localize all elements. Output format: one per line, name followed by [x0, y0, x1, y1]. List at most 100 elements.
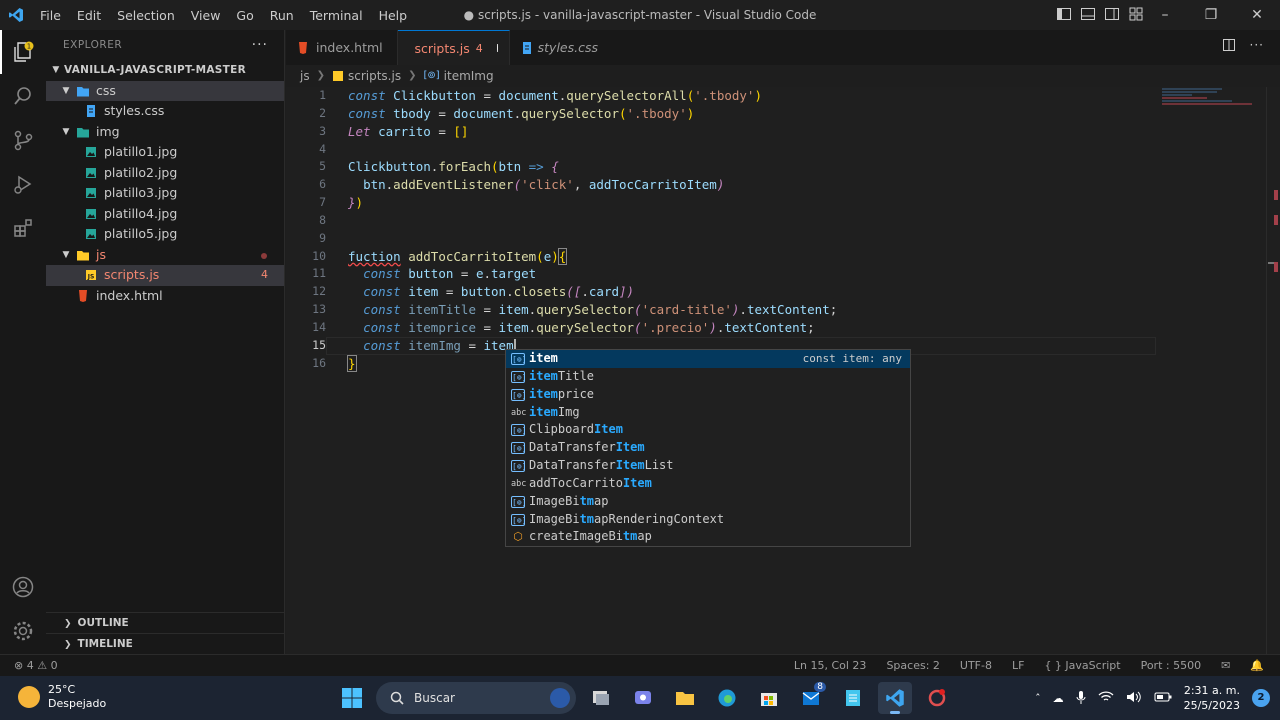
vscode-taskbar-icon[interactable]	[878, 682, 912, 714]
tree-item-platillo1[interactable]: platillo1.jpg	[46, 142, 284, 163]
tree-item-img-folder[interactable]: ▼ img	[46, 122, 284, 143]
tree-item-index-html[interactable]: index.html	[46, 286, 284, 307]
code-line[interactable]: const Clickbutton = document.querySelect…	[348, 87, 1248, 105]
tab-styles-css[interactable]: styles.css	[510, 30, 610, 65]
code-line[interactable]: const tbody = document.querySelector('.t…	[348, 105, 1248, 123]
suggestion-item[interactable]: [⊚] item const item: any	[506, 350, 910, 368]
menu-view[interactable]: View	[183, 8, 229, 23]
tree-item-css-folder[interactable]: ▼ css	[46, 80, 284, 101]
code-line[interactable]	[348, 212, 1248, 230]
more-actions-icon[interactable]: ···	[1250, 38, 1264, 55]
code-line[interactable]: fuction addTocCarritoItem(e){	[348, 247, 1248, 266]
code-line[interactable]: Let carrito = []	[348, 123, 1248, 141]
notifications-bell-icon[interactable]: 🔔	[1250, 659, 1264, 672]
task-view-icon[interactable]	[584, 682, 618, 714]
menu-selection[interactable]: Selection	[109, 8, 183, 23]
teams-chat-icon[interactable]	[626, 682, 660, 714]
tab-index-html[interactable]: index.html	[286, 30, 398, 65]
source-control-icon[interactable]	[0, 118, 46, 162]
edge-browser-icon[interactable]	[710, 682, 744, 714]
menu-file[interactable]: File	[32, 8, 69, 23]
suggestion-item[interactable]: [⊚] DataTransferItemList	[506, 457, 910, 475]
code-line[interactable]: Clickbutton.forEach(btn => {	[348, 158, 1248, 176]
breadcrumb-folder[interactable]: js	[300, 65, 310, 87]
suggestion-item[interactable]: [⊚] itemprice	[506, 386, 910, 404]
toggle-secondary-sidebar-icon[interactable]	[1104, 6, 1120, 22]
code-line[interactable]: const button = e.target	[348, 265, 1248, 283]
menu-edit[interactable]: Edit	[69, 8, 109, 23]
outlook-icon[interactable]: 8	[794, 682, 828, 714]
overview-ruler[interactable]	[1266, 87, 1280, 654]
notification-center-badge[interactable]: 2	[1252, 689, 1270, 707]
microsoft-store-icon[interactable]	[752, 682, 786, 714]
settings-gear-icon[interactable]	[0, 609, 46, 653]
minimap[interactable]	[1162, 87, 1266, 127]
cursor-position[interactable]: Ln 15, Col 23	[794, 659, 867, 672]
end-of-line[interactable]: LF	[1012, 659, 1024, 672]
live-server-port[interactable]: Port : 5500	[1141, 659, 1202, 672]
split-editor-icon[interactable]	[1222, 38, 1236, 55]
chevron-up-icon[interactable]: ˆ	[1035, 692, 1041, 705]
menu-terminal[interactable]: Terminal	[302, 8, 371, 23]
timeline-section[interactable]: ❯ TIMELINE	[46, 633, 285, 654]
notepad-icon[interactable]	[836, 682, 870, 714]
tree-item-scripts-js[interactable]: JS scripts.js 4	[46, 265, 284, 286]
tree-item-platillo3[interactable]: platillo3.jpg	[46, 183, 284, 204]
suggestion-item[interactable]: [⊚] ImageBitmap	[506, 493, 910, 511]
tree-item-platillo2[interactable]: platillo2.jpg	[46, 163, 284, 184]
tree-item-platillo4[interactable]: platillo4.jpg	[46, 204, 284, 225]
code-line[interactable]	[348, 141, 1248, 159]
file-explorer-icon[interactable]	[668, 682, 702, 714]
problems-indicator[interactable]: ⊗ 4 ⚠ 0	[14, 659, 58, 672]
code-line[interactable]: const itemTitle = item.querySelector('ca…	[348, 301, 1248, 319]
run-debug-icon[interactable]	[0, 162, 46, 206]
taskbar-search[interactable]: Buscar	[376, 682, 576, 714]
suggestion-item[interactable]: ⬡ createImageBitmap	[506, 528, 910, 546]
suggestion-item[interactable]: [⊚] ClipboardItem	[506, 421, 910, 439]
indentation[interactable]: Spaces: 2	[886, 659, 939, 672]
onedrive-cloud-icon[interactable]: ☁	[1053, 692, 1064, 705]
breadcrumb-symbol[interactable]: itemImg	[444, 65, 494, 87]
extensions-icon[interactable]	[0, 206, 46, 250]
breadcrumb-file[interactable]: scripts.js	[348, 65, 401, 87]
feedback-icon[interactable]: ✉	[1221, 659, 1230, 672]
tree-root-folder[interactable]: ▼ VANILLA-JAVASCRIPT-MASTER	[46, 60, 284, 81]
toggle-sidebar-icon[interactable]	[1056, 6, 1072, 22]
suggestion-item[interactable]: abc addTocCarritoItem	[506, 475, 910, 493]
code-line[interactable]: const itemprice = item.querySelector('.p…	[348, 319, 1248, 337]
suggestion-item[interactable]: [⊚] DataTransferItem	[506, 439, 910, 457]
minimize-button[interactable]: –	[1142, 0, 1188, 30]
menu-help[interactable]: Help	[371, 8, 416, 23]
suggestion-item[interactable]: abc itemImg	[506, 404, 910, 422]
volume-icon[interactable]	[1126, 691, 1142, 706]
tree-item-platillo5[interactable]: platillo5.jpg	[46, 224, 284, 245]
battery-icon[interactable]	[1154, 692, 1172, 705]
tree-item-styles-css[interactable]: styles.css	[46, 101, 284, 122]
weather-widget[interactable]: 25°C Despejado	[18, 683, 106, 711]
menu-run[interactable]: Run	[262, 8, 302, 23]
suggestion-item[interactable]: [⊚] ImageBitmapRenderingContext	[506, 511, 910, 529]
microphone-icon[interactable]	[1076, 690, 1086, 707]
search-icon[interactable]	[0, 74, 46, 118]
explorer-icon[interactable]: 1	[0, 30, 46, 74]
close-button[interactable]: ✕	[1234, 0, 1280, 30]
code-line[interactable]: const item = button.closets([.card])	[348, 283, 1248, 301]
code-line[interactable]	[348, 230, 1248, 248]
account-icon[interactable]	[0, 565, 46, 609]
more-actions-icon[interactable]: ···	[252, 30, 268, 60]
windows-start-icon[interactable]	[336, 682, 368, 714]
outline-section[interactable]: ❯ OUTLINE	[46, 612, 285, 633]
toggle-panel-icon[interactable]	[1080, 6, 1096, 22]
tab-scripts-js[interactable]: JS scripts.js 4	[398, 30, 510, 65]
language-mode[interactable]: { } JavaScript	[1044, 659, 1120, 672]
menu-go[interactable]: Go	[228, 8, 261, 23]
clock[interactable]: 2:31 a. m. 25/5/2023	[1184, 683, 1240, 713]
wifi-icon[interactable]	[1098, 690, 1114, 706]
code-line[interactable]: btn.addEventListener('click', addTocCarr…	[348, 176, 1248, 194]
maximize-button[interactable]: ❐	[1188, 0, 1234, 30]
app-icon[interactable]	[920, 682, 954, 714]
code-line[interactable]: })	[348, 194, 1248, 212]
tree-item-js-folder[interactable]: ▼ js	[46, 245, 284, 266]
encoding[interactable]: UTF-8	[960, 659, 992, 672]
suggestion-item[interactable]: [⊚] itemTitle	[506, 368, 910, 386]
